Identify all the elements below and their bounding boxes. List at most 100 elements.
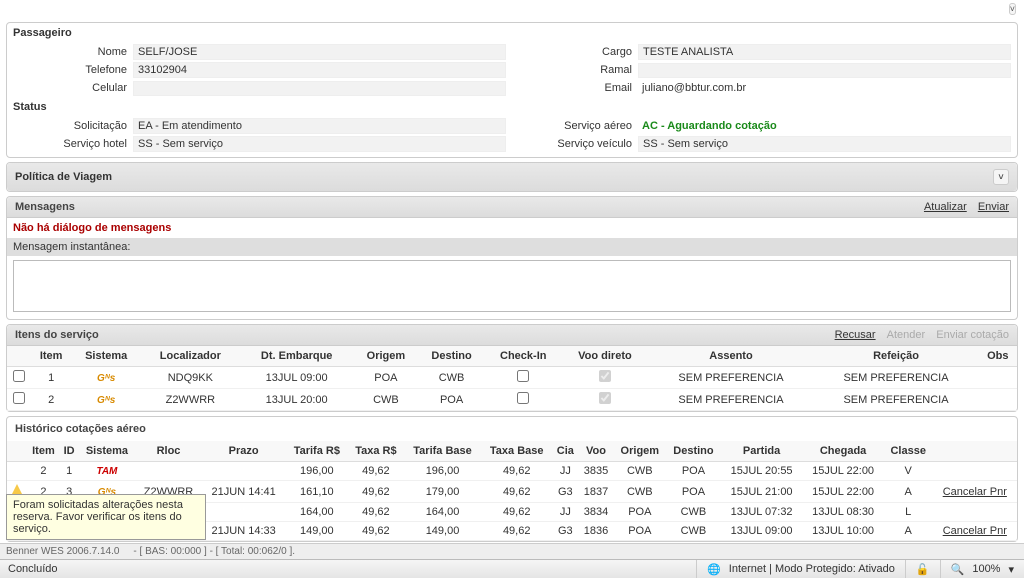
items-col-header: Item [31,346,71,367]
messages-update-link[interactable]: Atualizar [924,201,967,213]
cell-value [133,81,506,96]
zoom-value: 100% [972,563,1000,575]
hist-col-header: Taxa Base [481,441,552,462]
hist-col-header: Taxa R$ [348,441,404,462]
system-logo: TAM [78,462,135,481]
service-items-panel: Itens do serviço Recusar Atender Enviar … [6,324,1018,412]
table-row: 2GᴺsZ2WWRR13JUL 20:00CWBPOA SEM PREFERENC… [7,389,1017,411]
history-title: Histórico cotações aéreo [7,417,1017,441]
air-value: AC - Aguardando cotação [638,119,1011,133]
checkin-checkbox[interactable] [517,370,529,382]
obs [979,367,1017,389]
ext-value [638,63,1011,78]
globe-icon: 🌐 [707,563,721,576]
send-quote-link: Enviar cotação [936,329,1009,341]
browser-done: Concluído [0,563,66,575]
status-title: Status [7,97,1017,117]
system-logo: Gᴺs [71,367,141,389]
locator: NDQ9KK [141,367,239,389]
passenger-title: Passageiro [7,23,1017,43]
hist-col-header: Chegada [802,441,884,462]
items-col-header: Localizador [141,346,239,367]
hotel-value: SS - Sem serviço [133,136,506,152]
air-label: Serviço aéreo [518,120,638,132]
hist-col-header: Prazo [202,441,286,462]
zoom-dropdown-icon[interactable]: ▾ [1008,563,1014,576]
checkin-checkbox[interactable] [517,392,529,404]
items-col-header: Voo direto [561,346,648,367]
cancel-pnr-link[interactable]: Cancelar Pnr [943,525,1007,537]
items-col-header: Origem [354,346,418,367]
collapse-icon[interactable]: ˅ [1009,3,1016,15]
table-row: 21TAM196,0049,62196,0049,62JJ3835CWBPOA1… [7,462,1017,481]
hist-col-header: Cia [552,441,578,462]
direct-checkbox[interactable] [599,370,611,382]
origin: POA [354,367,418,389]
items-col-header: Check-In [485,346,561,367]
hist-col-header: Destino [666,441,721,462]
name-value: SELF/JOSE [133,44,506,60]
items-col-header: Sistema [71,346,141,367]
seat: SEM PREFERENCIA [648,367,813,389]
warning-tooltip: Foram solicitadas alterações nesta reser… [6,494,206,540]
ext-label: Ramal [518,64,638,76]
cancel-pnr-link[interactable]: Cancelar Pnr [943,486,1007,498]
hist-col-header: Item [27,441,60,462]
phone-value: 33102904 [133,62,506,78]
messages-send-link[interactable]: Enviar [978,201,1009,213]
browser-zone: Internet | Modo Protegido: Ativado [729,563,895,575]
hist-col-header: Classe [884,441,933,462]
items-col-header: Dt. Embarque [240,346,354,367]
hist-col-header: Tarifa R$ [286,441,348,462]
meal: SEM PREFERENCIA [814,367,979,389]
hist-col-header: Rloc [135,441,201,462]
hist-col-header [933,441,1017,462]
instant-msg-input[interactable] [13,260,1011,312]
items-col-header: Refeição [814,346,979,367]
meal: SEM PREFERENCIA [814,389,979,411]
items-col-header: Obs [979,346,1017,367]
system-logo: Gᴺs [71,389,141,411]
instant-msg-label: Mensagem instantânea: [7,238,1017,256]
phone-label: Telefone [13,64,133,76]
row-select-checkbox[interactable] [13,370,25,382]
policy-collapse-icon[interactable]: ˅ [993,169,1009,185]
hist-col-header: ID [60,441,79,462]
items-col-header: Destino [418,346,485,367]
req-label: Solicitação [13,120,133,132]
vehicle-value: SS - Sem serviço [638,136,1011,152]
boarding-date: 13JUL 20:00 [240,389,354,411]
items-title: Itens do serviço [15,329,99,341]
hist-col-header: Voo [578,441,613,462]
item-num: 2 [31,389,71,411]
seat: SEM PREFERENCIA [648,389,813,411]
item-num: 1 [31,367,71,389]
row-select-checkbox[interactable] [13,392,25,404]
obs [979,389,1017,411]
email-label: Email [518,82,638,94]
zoom-icon[interactable]: 🔍 [951,563,965,576]
app-name: Benner WES 2006.7.14.0 [6,546,119,557]
hist-col-header: Partida [721,441,803,462]
hist-col-header: Tarifa Base [404,441,481,462]
messages-title: Mensagens [15,201,75,213]
items-col-header: Assento [648,346,813,367]
direct-checkbox[interactable] [599,392,611,404]
destination: POA [418,389,485,411]
hotel-label: Serviço hotel [13,138,133,150]
messages-panel: Mensagens Atualizar Enviar Não há diálog… [6,196,1018,320]
origin: CWB [354,389,418,411]
app-timing: - [ BAS: 00:000 ] - [ Total: 00:062/0 ]. [133,546,295,557]
policy-panel: Política de Viagem ˅ [6,162,1018,192]
locator: Z2WWRR [141,389,239,411]
role-value: TESTE ANALISTA [638,44,1011,60]
hist-col-header: Origem [614,441,667,462]
destination: CWB [418,367,485,389]
boarding-date: 13JUL 09:00 [240,367,354,389]
refuse-link[interactable]: Recusar [835,329,876,341]
no-dialog-text: Não há diálogo de mensagens [7,218,1017,238]
lock-off-icon: 🔓 [916,563,930,576]
table-row: 1GᴺsNDQ9KK13JUL 09:00POACWB SEM PREFERENC… [7,367,1017,389]
browser-status-bar: Concluído 🌐 Internet | Modo Protegido: At… [0,559,1024,578]
cell-label: Celular [13,82,133,94]
